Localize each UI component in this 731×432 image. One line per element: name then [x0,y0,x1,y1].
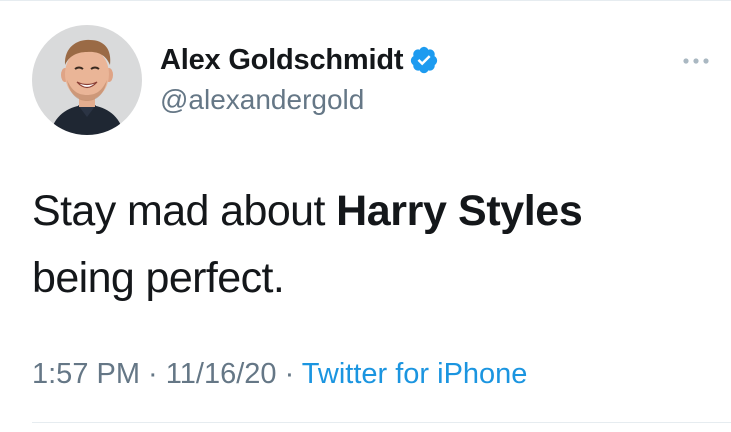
tweet-metadata: 1:57 PM · 11/16/20 · Twitter for iPhone [32,354,527,394]
tweet-text-segment: Stay mad about [32,187,337,235]
avatar-photo-icon [32,25,142,135]
author-handle[interactable]: @alexandergold [160,80,364,120]
tweet-card: Alex Goldschmidt @alexandergold Stay mad… [0,0,731,432]
author-display-name[interactable]: Alex Goldschmidt [160,40,404,80]
author-name-row: Alex Goldschmidt [160,40,439,80]
tweet-time[interactable]: 1:57 PM [32,358,140,390]
bottom-divider [32,422,731,423]
tweet-text-line2: being perfect. [32,254,285,302]
avatar[interactable] [32,25,142,135]
verified-badge-icon [411,46,438,74]
tweet-date[interactable]: 11/16/20 [166,358,277,390]
tweet-body: Stay mad about Harry Styles being perfec… [32,178,692,312]
top-divider [0,0,731,1]
meta-separator: · [276,358,302,390]
tweet-source-link[interactable]: Twitter for iPhone [302,358,528,390]
meta-separator: · [140,358,166,390]
more-options-icon[interactable] [678,56,718,66]
tweet-text-bold: Harry Styles [336,187,583,235]
